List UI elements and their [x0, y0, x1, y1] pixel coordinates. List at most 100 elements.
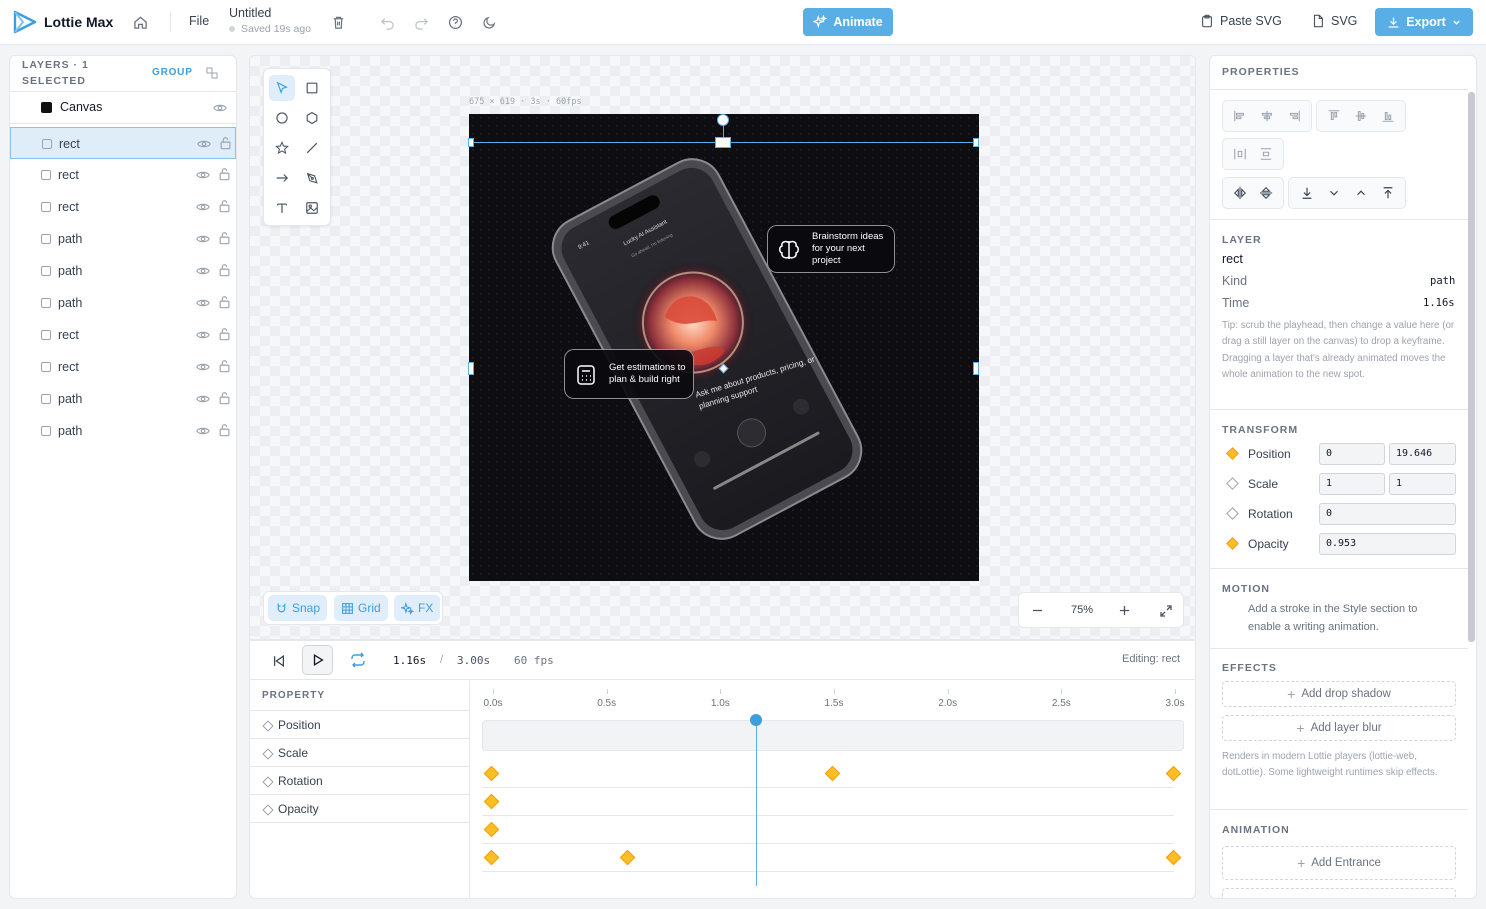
svg-button[interactable]: SVG [1311, 14, 1357, 28]
unlock-icon[interactable] [218, 199, 231, 213]
layer-row[interactable]: rect [10, 191, 236, 223]
add-entrance-button[interactable]: + Add Entrance [1222, 846, 1456, 880]
layer-checkbox[interactable] [41, 426, 51, 436]
timeline-property-row[interactable]: Scale [250, 739, 469, 767]
unlock-icon[interactable] [218, 295, 231, 309]
eye-icon[interactable] [196, 168, 210, 182]
distribute-vertical-icon[interactable] [1259, 147, 1273, 161]
eye-icon[interactable] [196, 360, 210, 374]
position-x-input[interactable]: 0 [1319, 443, 1385, 465]
layer-row[interactable]: rect [10, 319, 236, 351]
polygon-tool[interactable] [299, 105, 325, 131]
layer-checkbox[interactable] [41, 202, 51, 212]
layer-checkbox[interactable] [41, 394, 51, 404]
grid-toggle[interactable]: Grid [334, 595, 388, 621]
flip-vertical-icon[interactable] [1259, 186, 1273, 200]
unlock-icon[interactable] [218, 231, 231, 245]
timeline-property-row[interactable]: Rotation [250, 767, 469, 795]
undo-button[interactable] [376, 11, 398, 33]
unlock-icon[interactable] [218, 423, 231, 437]
home-button[interactable] [129, 11, 151, 33]
layer-row[interactable]: path [10, 223, 236, 255]
star-tool[interactable] [269, 135, 295, 161]
layer-row[interactable]: rect [10, 159, 236, 191]
bring-to-front-icon[interactable] [1381, 186, 1395, 200]
ungroup-icon[interactable] [206, 67, 218, 79]
animate-button[interactable]: Animate [803, 8, 893, 36]
eye-icon[interactable] [196, 200, 210, 214]
help-button[interactable] [444, 11, 466, 33]
add-layer-blur-button[interactable]: + Add layer blur [1222, 715, 1456, 741]
layer-checkbox[interactable] [41, 266, 51, 276]
resize-handle-top[interactable] [715, 137, 731, 148]
layer-row[interactable]: path [10, 415, 236, 447]
select-tool[interactable] [269, 75, 295, 101]
bring-forward-icon[interactable] [1354, 186, 1368, 200]
send-to-back-icon[interactable] [1300, 186, 1314, 200]
layer-checkbox[interactable] [41, 298, 51, 308]
scrub-track[interactable] [482, 720, 1184, 751]
delete-button[interactable] [327, 11, 349, 33]
layer-checkbox[interactable] [42, 139, 52, 149]
send-backward-icon[interactable] [1327, 186, 1341, 200]
layer-checkbox[interactable] [41, 170, 51, 180]
line-tool[interactable] [299, 135, 325, 161]
align-bottom-icon[interactable] [1381, 109, 1395, 123]
align-left-icon[interactable] [1233, 109, 1247, 123]
fx-toggle[interactable]: FX [394, 595, 441, 621]
resize-handle-left[interactable] [468, 362, 474, 375]
flip-horizontal-icon[interactable] [1233, 186, 1247, 200]
artboard[interactable]: 9:41 Lucky AI Assistant Go ahead, I'm li… [469, 114, 979, 581]
layer-name[interactable]: rect [1222, 252, 1243, 266]
unlock-icon[interactable] [219, 136, 232, 150]
paste-svg-button[interactable]: Paste SVG [1200, 14, 1282, 28]
eye-icon[interactable] [196, 264, 210, 278]
eye-icon[interactable] [196, 296, 210, 310]
layer-row[interactable]: rect [10, 127, 236, 159]
play-button[interactable] [302, 645, 333, 675]
unlock-icon[interactable] [218, 167, 231, 181]
rotate-handle[interactable] [717, 114, 729, 126]
unlock-icon[interactable] [218, 327, 231, 341]
layer-row[interactable]: rect [10, 351, 236, 383]
text-tool[interactable] [269, 195, 295, 221]
eye-icon[interactable] [213, 101, 227, 115]
rectangle-tool[interactable] [299, 75, 325, 101]
file-menu[interactable]: File [189, 14, 209, 28]
loop-toggle[interactable] [346, 649, 370, 671]
layer-checkbox[interactable] [41, 234, 51, 244]
align-center-h-icon[interactable] [1260, 109, 1274, 123]
layer-checkbox[interactable] [41, 330, 51, 340]
app-logo[interactable]: Lottie Max [12, 10, 113, 34]
ellipse-tool[interactable] [269, 105, 295, 131]
eye-icon[interactable] [196, 424, 210, 438]
snap-toggle[interactable]: Snap [268, 595, 328, 621]
unlock-icon[interactable] [218, 263, 231, 277]
eye-icon[interactable] [197, 137, 211, 151]
align-right-icon[interactable] [1287, 109, 1301, 123]
playhead-handle[interactable] [749, 714, 762, 726]
bubble-estimations[interactable]: Get estimations to plan & build right [564, 349, 694, 399]
canvas-layer-row[interactable]: Canvas [10, 92, 236, 123]
layer-row[interactable]: path [10, 255, 236, 287]
rotation-input[interactable]: 0 [1319, 503, 1456, 525]
properties-scrollbar[interactable] [1468, 92, 1475, 642]
redo-button[interactable] [410, 11, 432, 33]
layer-row[interactable]: path [10, 287, 236, 319]
add-exit-button[interactable] [1222, 888, 1456, 898]
eye-icon[interactable] [196, 232, 210, 246]
zoom-in-icon[interactable] [1119, 605, 1130, 616]
eye-icon[interactable] [196, 392, 210, 406]
scale-y-input[interactable]: 1 [1389, 473, 1456, 495]
resize-handle-right[interactable] [973, 362, 979, 375]
fps-value[interactable]: 60 fps [514, 654, 554, 667]
timeline-property-row[interactable]: Position [250, 711, 469, 739]
theme-toggle[interactable] [478, 11, 500, 33]
skip-to-start-button[interactable] [266, 648, 292, 674]
resize-handle-top-left[interactable] [468, 138, 474, 147]
group-button[interactable]: GROUP [152, 67, 193, 78]
pen-tool[interactable] [299, 165, 325, 191]
canvas-viewport[interactable]: 675 × 619 · 3s · 60fps 9:41 Lucky AI Ass… [249, 55, 1196, 640]
arrow-tool[interactable] [269, 165, 295, 191]
zoom-out-icon[interactable] [1032, 605, 1043, 616]
